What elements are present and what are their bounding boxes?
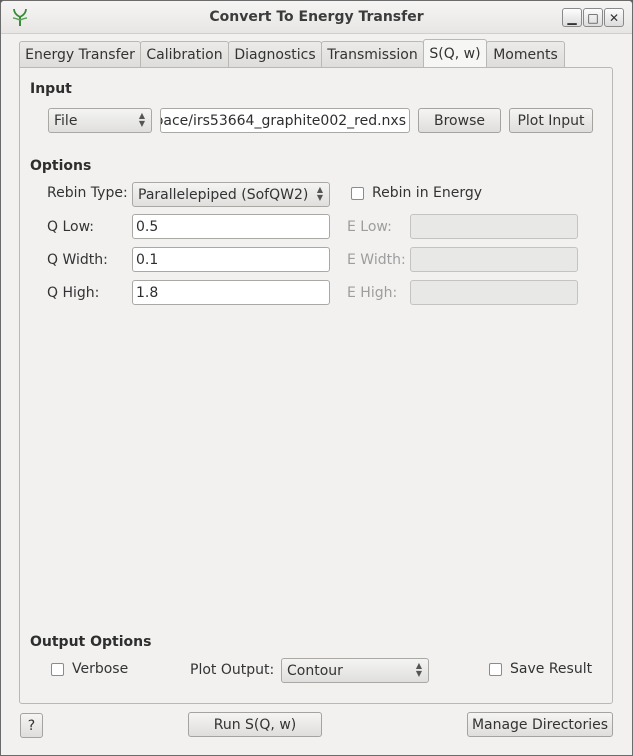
file-path-value: space/irs53664_graphite002_red.nxs: [160, 112, 406, 129]
combo-arrows-icon: ▲ ▼: [138, 111, 145, 128]
browse-button[interactable]: Browse: [418, 108, 501, 133]
combo-arrows-icon: ▲ ▼: [415, 661, 422, 678]
save-result-label: Save Result: [510, 661, 593, 677]
rebin-in-energy-label: Rebin in Energy: [372, 185, 483, 201]
tab-moments[interactable]: Moments: [486, 41, 565, 67]
plot-output-value: Contour: [287, 662, 343, 679]
tab-calibration[interactable]: Calibration: [140, 41, 229, 67]
rebin-in-energy-checkbox[interactable]: [351, 187, 364, 200]
q-high-value: 1.8: [136, 284, 159, 301]
rebin-type-value: Parallelepiped (SofQW2): [138, 186, 309, 203]
plot-input-button[interactable]: Plot Input: [509, 108, 593, 133]
tab-diagnostics[interactable]: Diagnostics: [228, 41, 322, 67]
verbose-label: Verbose: [72, 661, 129, 677]
verbose-checkbox[interactable]: [51, 663, 64, 676]
options-section-title: Options: [30, 158, 92, 174]
input-source-combo[interactable]: File ▲ ▼: [48, 108, 152, 133]
tab-transmission[interactable]: Transmission: [321, 41, 424, 67]
tab-sqw[interactable]: S(Q, w): [423, 39, 487, 67]
q-low-value: 0.5: [136, 218, 159, 235]
e-width-label: E Width:: [347, 252, 406, 268]
q-width-value: 0.1: [136, 251, 159, 268]
output-options-section-title: Output Options: [30, 634, 152, 650]
q-width-input[interactable]: 0.1: [132, 247, 330, 272]
close-icon: ✕: [608, 10, 620, 25]
manage-directories-button[interactable]: Manage Directories: [467, 712, 613, 737]
input-source-value: File: [54, 112, 78, 129]
main-window: Convert To Energy Transfer ▁ □ ✕ Energy …: [0, 0, 633, 756]
e-high-input: [410, 280, 578, 305]
maximize-button[interactable]: □: [583, 8, 603, 27]
plot-input-button-label: Plot Input: [517, 112, 585, 129]
input-section-title: Input: [30, 81, 72, 97]
title-bar[interactable]: Convert To Energy Transfer ▁ □ ✕: [1, 1, 632, 34]
q-width-label: Q Width:: [47, 252, 108, 268]
window-title: Convert To Energy Transfer: [209, 9, 424, 25]
run-sqw-button-label: Run S(Q, w): [213, 716, 297, 733]
plot-output-combo[interactable]: Contour ▲ ▼: [281, 658, 429, 683]
e-low-input: [410, 214, 578, 239]
minimize-icon: ▁: [567, 10, 577, 25]
help-icon: ?: [27, 717, 36, 734]
minimize-button[interactable]: ▁: [562, 8, 582, 27]
rebin-type-label: Rebin Type:: [47, 185, 128, 201]
manage-directories-button-label: Manage Directories: [471, 716, 609, 733]
q-high-label: Q High:: [47, 285, 100, 301]
sqw-panel: Input File ▲ ▼ space/irs53664_graphite002…: [19, 67, 613, 704]
e-width-input: [410, 247, 578, 272]
q-low-label: Q Low:: [47, 219, 94, 235]
q-high-input[interactable]: 1.8: [132, 280, 330, 305]
close-button[interactable]: ✕: [604, 8, 624, 27]
save-result-checkbox[interactable]: [489, 663, 502, 676]
maximize-icon: □: [587, 10, 599, 25]
e-high-label: E High:: [347, 285, 398, 301]
run-sqw-button[interactable]: Run S(Q, w): [188, 712, 322, 737]
tab-energy-transfer[interactable]: Energy Transfer: [19, 41, 141, 67]
file-path-input[interactable]: space/irs53664_graphite002_red.nxs: [160, 108, 410, 133]
q-low-input[interactable]: 0.5: [132, 214, 330, 239]
help-button[interactable]: ?: [20, 713, 43, 738]
combo-arrows-icon: ▲ ▼: [316, 185, 323, 202]
rebin-type-combo[interactable]: Parallelepiped (SofQW2) ▲ ▼: [132, 182, 330, 207]
plot-output-label: Plot Output:: [190, 662, 275, 678]
e-low-label: E Low:: [347, 219, 392, 235]
browse-button-label: Browse: [434, 112, 485, 129]
